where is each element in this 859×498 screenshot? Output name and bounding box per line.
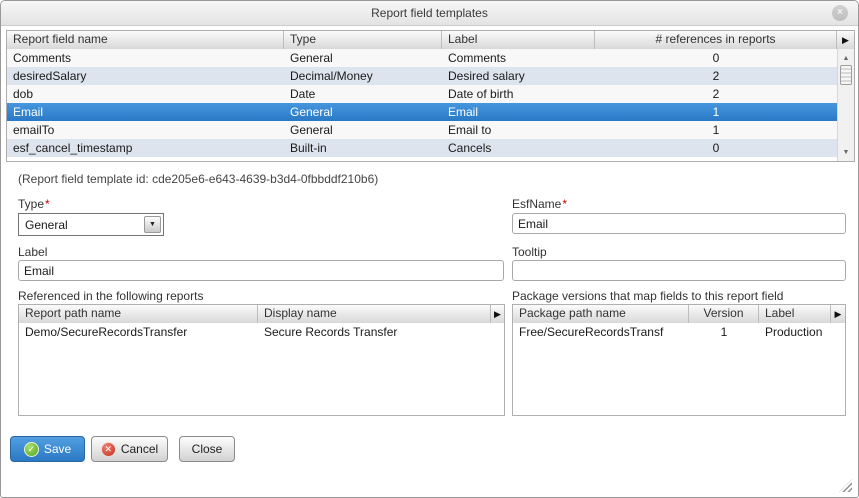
package-versions-header: Package path name Version Label ▶ <box>513 305 845 323</box>
package-versions-table: Package path name Version Label ▶ Free/S… <box>512 304 846 416</box>
cell-references: 0 <box>712 141 720 155</box>
cell-report-field-name: Comments <box>13 51 72 65</box>
cancel-x-icon: ✕ <box>100 441 116 457</box>
referenced-reports-heading: Referenced in the following reports <box>18 289 204 303</box>
table-row-selected[interactable]: Email General Email 1 <box>7 103 837 121</box>
column-header-references[interactable]: # references in reports <box>595 31 837 49</box>
esfname-field-label: EsfName* <box>512 197 567 211</box>
table-row[interactable]: dob Date Date of birth 2 <box>7 85 837 103</box>
column-header-label[interactable]: Label <box>442 31 595 49</box>
scroll-up-icon[interactable]: ▲ <box>838 53 854 65</box>
cancel-button-label: Cancel <box>120 442 159 456</box>
referenced-reports-table: Report path name Display name ▶ Demo/Sec… <box>18 304 505 416</box>
cell-display-name: Secure Records Transfer <box>264 325 398 339</box>
cell-label: Desired salary <box>448 69 525 83</box>
cell-type: Built-in <box>290 141 327 155</box>
type-select-value: General <box>25 217 68 232</box>
type-label-text: Type <box>18 197 45 211</box>
column-header-report-path-name[interactable]: Report path name <box>19 305 258 323</box>
required-asterisk: * <box>45 197 50 211</box>
table-row[interactable]: esf_cancel_timestamp Built-in Cancels 0 <box>7 139 837 157</box>
column-menu-icon: ▶ <box>494 309 501 319</box>
table-row[interactable]: Free/SecureRecordsTransf 1 Production <box>513 323 845 341</box>
template-id-note: (Report field template id: cde205e6-e643… <box>18 172 379 186</box>
column-menu-button[interactable]: ▶ <box>491 305 504 323</box>
cell-references: 2 <box>712 69 720 83</box>
cell-report-field-name: Email <box>13 105 44 119</box>
vertical-scrollbar[interactable]: ▲ ▼ <box>837 49 854 161</box>
cell-label: Cancels <box>448 141 492 155</box>
close-icon[interactable]: × <box>832 5 848 21</box>
cell-version: 1 <box>720 325 728 339</box>
cell-type: Date <box>290 87 316 101</box>
close-button[interactable]: Close <box>179 436 235 462</box>
cell-report-path: Demo/SecureRecordsTransfer <box>25 325 188 339</box>
scrollbar-thumb[interactable] <box>840 65 852 85</box>
check-icon: ✓ <box>23 441 39 457</box>
cell-report-field-name: esf_cancel_timestamp <box>13 141 133 155</box>
cell-references: 0 <box>712 51 720 65</box>
resize-handle[interactable] <box>839 479 852 492</box>
cell-report-field-name: desiredSalary <box>13 69 87 83</box>
column-header-report-field-name[interactable]: Report field name <box>7 31 284 49</box>
cell-references: 1 <box>712 123 720 137</box>
report-fields-table-header: Report field name Type Label # reference… <box>7 31 854 49</box>
chevron-down-icon[interactable]: ▼ <box>144 216 161 233</box>
table-row[interactable]: emailTo General Email to 1 <box>7 121 837 139</box>
column-menu-icon: ▶ <box>834 309 842 319</box>
cancel-button[interactable]: ✕ Cancel <box>91 436 168 462</box>
dialog-titlebar: Report field templates × <box>1 1 858 26</box>
save-button[interactable]: ✓ Save <box>10 436 85 462</box>
table-row[interactable]: Demo/SecureRecordsTransfer Secure Record… <box>19 323 504 341</box>
cell-type: General <box>290 123 333 137</box>
cell-label: Production <box>765 325 823 339</box>
cell-report-field-name: emailTo <box>13 123 55 137</box>
type-select[interactable]: General ▼ <box>18 213 164 236</box>
cell-label: Date of birth <box>448 87 514 101</box>
column-menu-button[interactable]: ▶ <box>831 305 845 323</box>
esfname-input[interactable] <box>512 213 846 234</box>
cell-references: 1 <box>712 105 720 119</box>
scroll-down-icon[interactable]: ▼ <box>838 147 854 159</box>
label-field-label: Label <box>18 245 48 259</box>
column-menu-icon: ▶ <box>842 35 849 45</box>
column-header-type[interactable]: Type <box>284 31 442 49</box>
type-field-label: Type* <box>18 197 50 211</box>
column-header-display-name[interactable]: Display name <box>258 305 491 323</box>
cell-references: 2 <box>712 87 720 101</box>
referenced-reports-header: Report path name Display name ▶ <box>19 305 504 323</box>
label-input[interactable] <box>18 260 504 281</box>
table-row[interactable]: Comments General Comments 0 <box>7 49 837 67</box>
cell-type: General <box>290 105 333 119</box>
cell-label: Email <box>448 105 479 119</box>
dialog-title: Report field templates <box>371 6 488 20</box>
tooltip-input[interactable] <box>512 260 846 281</box>
report-fields-table: Report field name Type Label # reference… <box>6 30 855 162</box>
column-header-label[interactable]: Label <box>759 305 831 323</box>
close-button-label: Close <box>191 442 223 456</box>
esfname-label-text: EsfName <box>512 197 562 211</box>
cell-label: Comments <box>448 51 507 65</box>
cell-label: Email to <box>448 123 492 137</box>
cell-type: Decimal/Money <box>290 69 373 83</box>
cell-report-field-name: dob <box>13 87 34 101</box>
package-versions-heading: Package versions that map fields to this… <box>512 289 784 303</box>
tooltip-field-label: Tooltip <box>512 245 547 259</box>
report-field-templates-dialog: Report field templates × Report field na… <box>0 0 859 498</box>
table-row[interactable]: desiredSalary Decimal/Money Desired sala… <box>7 67 837 85</box>
column-menu-button[interactable]: ▶ <box>837 31 854 49</box>
cell-package-path: Free/SecureRecordsTransf <box>519 325 664 339</box>
required-asterisk: * <box>562 197 568 211</box>
cell-type: General <box>290 51 333 65</box>
column-header-version[interactable]: Version <box>689 305 759 323</box>
save-button-label: Save <box>43 442 72 456</box>
column-header-package-path-name[interactable]: Package path name <box>513 305 689 323</box>
